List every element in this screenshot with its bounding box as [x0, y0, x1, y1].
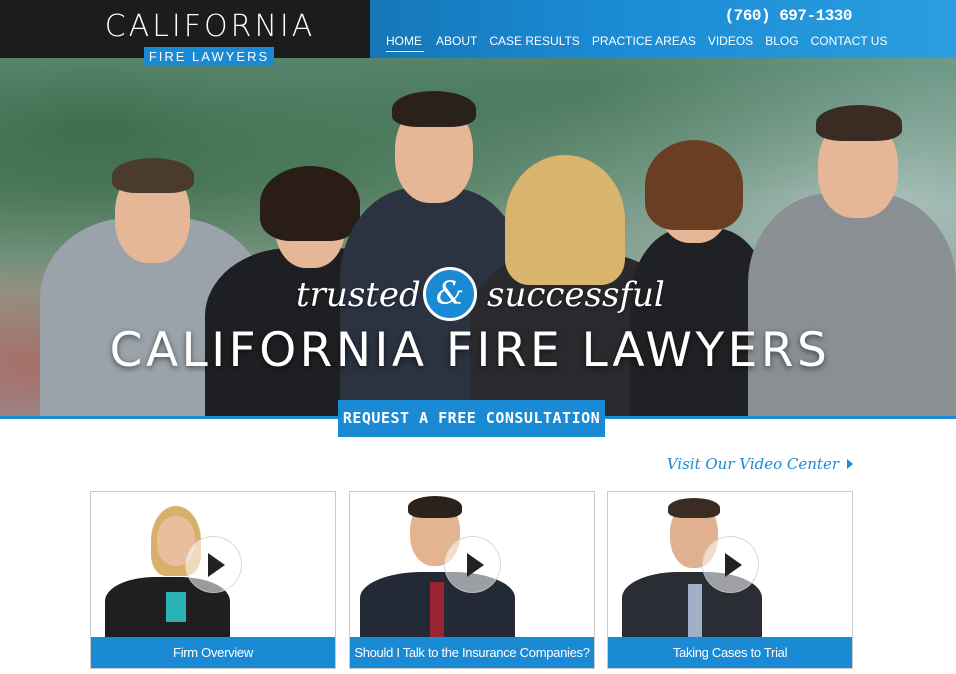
- logo-subtitle: FIRE LAWYERS: [144, 47, 274, 66]
- hero-tagline: trusted & successful: [0, 261, 956, 321]
- video-cards: Firm Overview Should I Talk to the Insur…: [90, 491, 854, 669]
- request-consultation-button[interactable]: REQUEST A FREE CONSULTATION: [338, 400, 605, 437]
- nav-about[interactable]: ABOUT: [430, 34, 483, 52]
- site-header: CALIFORNIA FIRE LAWYERS (760) 697-1330 H…: [0, 0, 956, 66]
- tagline-successful: successful: [487, 275, 665, 315]
- main-nav: HOME ABOUT CASE RESULTS PRACTICE AREAS V…: [386, 34, 893, 52]
- video-caption: Taking Cases to Trial: [608, 637, 852, 668]
- phone-number[interactable]: (760) 697-1330: [725, 7, 853, 25]
- play-icon[interactable]: [185, 536, 242, 593]
- play-icon[interactable]: [444, 536, 501, 593]
- video-caption: Firm Overview: [91, 637, 335, 668]
- play-icon[interactable]: [702, 536, 759, 593]
- nav-videos[interactable]: VIDEOS: [702, 34, 759, 52]
- video-center-label: Visit Our Video Center: [666, 455, 839, 473]
- logo-title: CALIFORNIA: [104, 9, 316, 44]
- video-card-trial[interactable]: Taking Cases to Trial: [607, 491, 853, 669]
- nav-practice-areas[interactable]: PRACTICE AREAS: [586, 34, 702, 52]
- hero-title: CALIFORNIA FIRE LAWYERS: [109, 323, 831, 378]
- ampersand-badge: &: [423, 267, 477, 321]
- nav-home[interactable]: HOME: [386, 34, 424, 52]
- nav-case-results[interactable]: CASE RESULTS: [483, 34, 585, 52]
- video-card-firm-overview[interactable]: Firm Overview: [90, 491, 336, 669]
- arrow-right-icon: [847, 459, 853, 469]
- nav-contact-us[interactable]: CONTACT US: [805, 34, 894, 52]
- video-card-insurance[interactable]: Should I Talk to the Insurance Companies…: [349, 491, 595, 669]
- nav-blog[interactable]: BLOG: [759, 34, 804, 52]
- hero-banner: trusted & successful CALIFORNIA FIRE LAW…: [0, 58, 956, 418]
- tagline-trusted: trusted: [296, 275, 421, 315]
- video-caption: Should I Talk to the Insurance Companies…: [350, 637, 594, 668]
- video-center-link[interactable]: Visit Our Video Center: [667, 455, 853, 473]
